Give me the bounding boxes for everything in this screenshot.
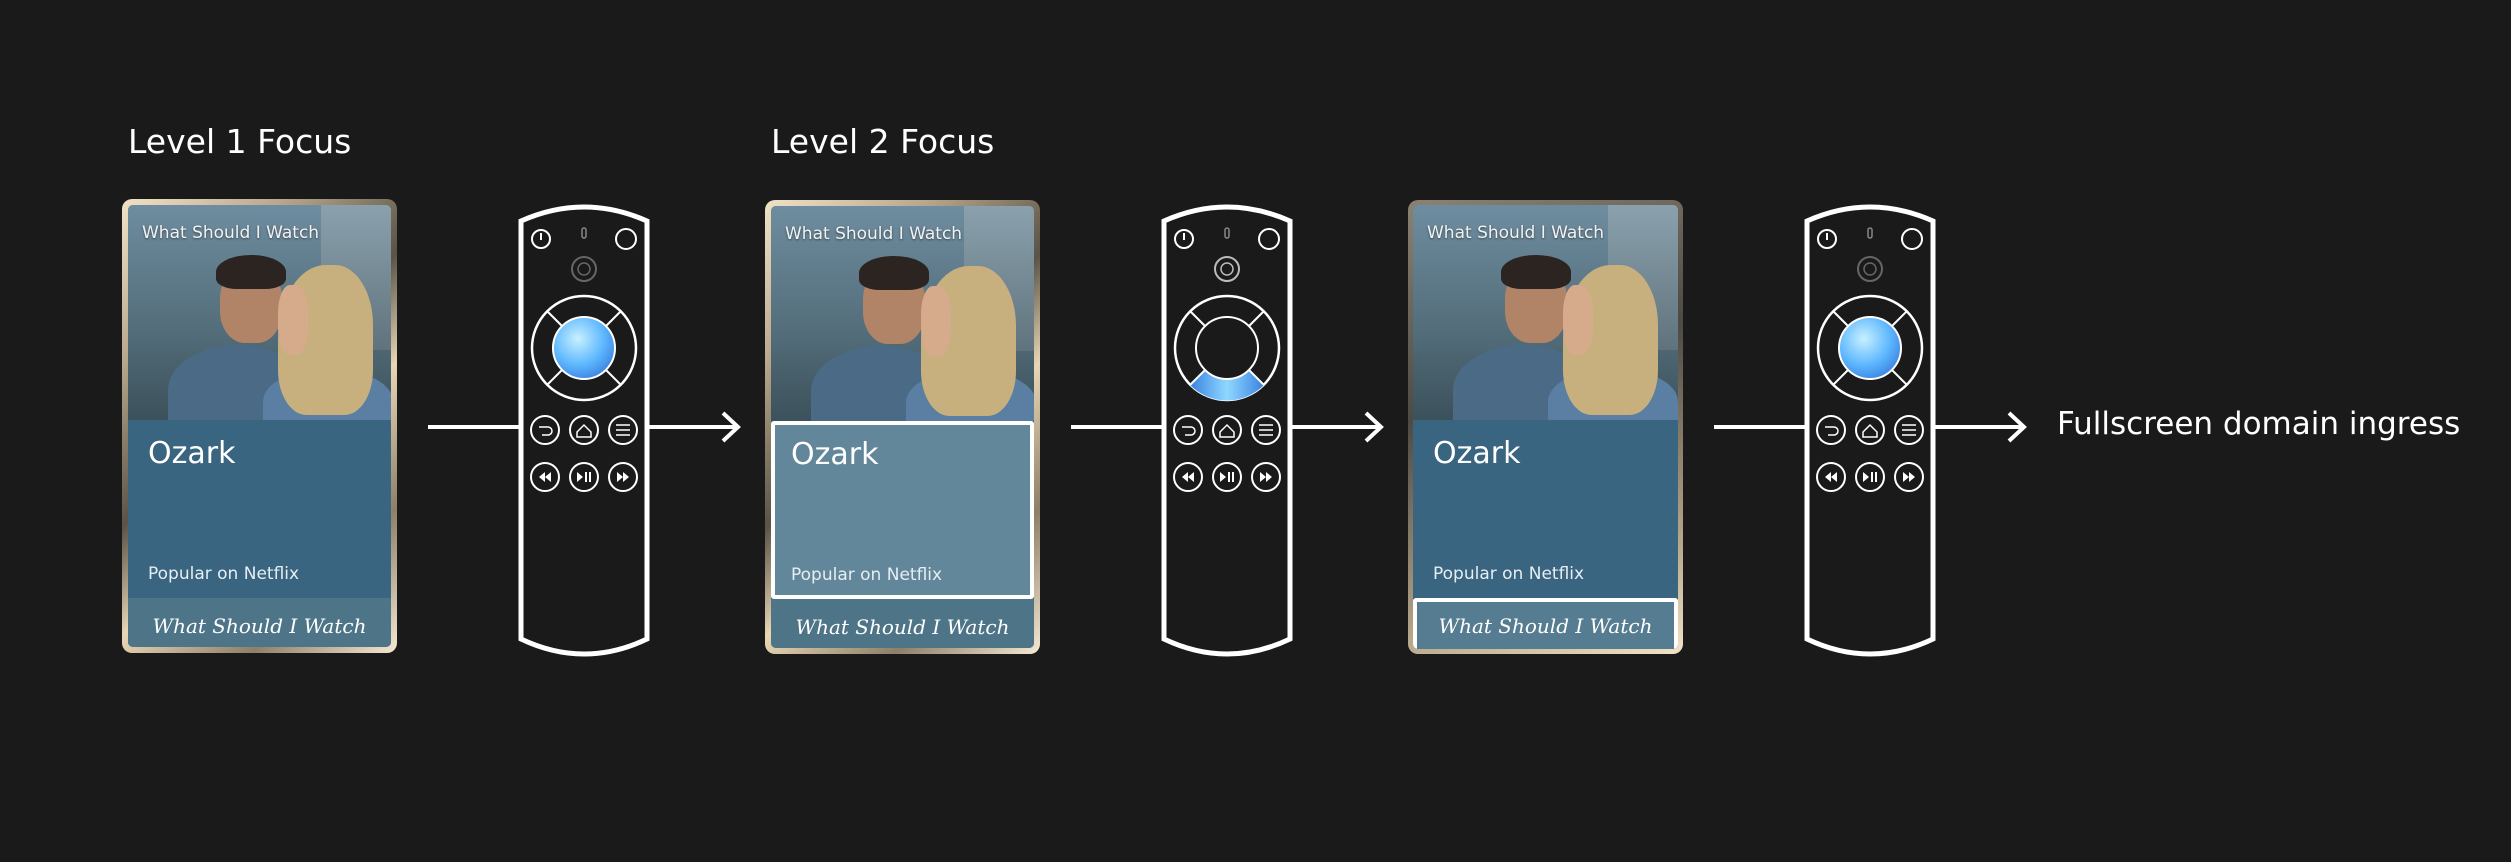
show-thumbnail: What Should I Watch [1413,205,1678,420]
content-card-level-1[interactable]: What Should I Watch Ozark Popular on Net… [122,199,397,653]
level-1-focus-label: Level 1 Focus [128,122,352,161]
show-title: Ozark [1433,436,1521,471]
card-inner: What Should I Watch Ozark Popular on Net… [1413,205,1678,649]
remote-control-level-2 [1161,204,1293,657]
fullscreen-ingress-label: Fullscreen domain ingress [2057,406,2461,442]
card-inner: What Should I Watch Ozark Popular on Net… [128,205,391,647]
show-thumbnail: What Should I Watch [128,205,391,420]
level-2-focus-label: Level 2 Focus [771,122,995,161]
content-card-level-3[interactable]: What Should I Watch Ozark Popular on Net… [1408,200,1683,654]
show-subtitle: Popular on Netflix [791,565,943,585]
card-info-panel[interactable]: Ozark Popular on Netflix [128,420,391,598]
card-footer-button[interactable]: What Should I Watch [771,599,1034,648]
card-info-panel[interactable]: Ozark Popular on Netflix [1413,420,1678,598]
card-footer-button-focused[interactable]: What Should I Watch [1413,598,1678,649]
card-info-panel-focused[interactable]: Ozark Popular on Netflix [771,421,1034,599]
show-title: Ozark [148,436,236,471]
card-header-title: What Should I Watch [142,223,320,243]
content-card-level-2[interactable]: What Should I Watch Ozark Popular on Net… [765,200,1040,654]
remote-control-level-1 [518,204,650,657]
card-header-title: What Should I Watch [1427,223,1605,243]
show-subtitle: Popular on Netflix [148,564,300,584]
remote-control-level-3 [1804,204,1936,657]
card-header-title: What Should I Watch [785,224,963,244]
card-footer-button[interactable]: What Should I Watch [128,598,391,647]
card-inner: What Should I Watch Ozark Popular on Net… [771,206,1034,648]
show-subtitle: Popular on Netflix [1433,564,1585,584]
show-title: Ozark [791,437,879,472]
show-thumbnail: What Should I Watch [771,206,1034,421]
